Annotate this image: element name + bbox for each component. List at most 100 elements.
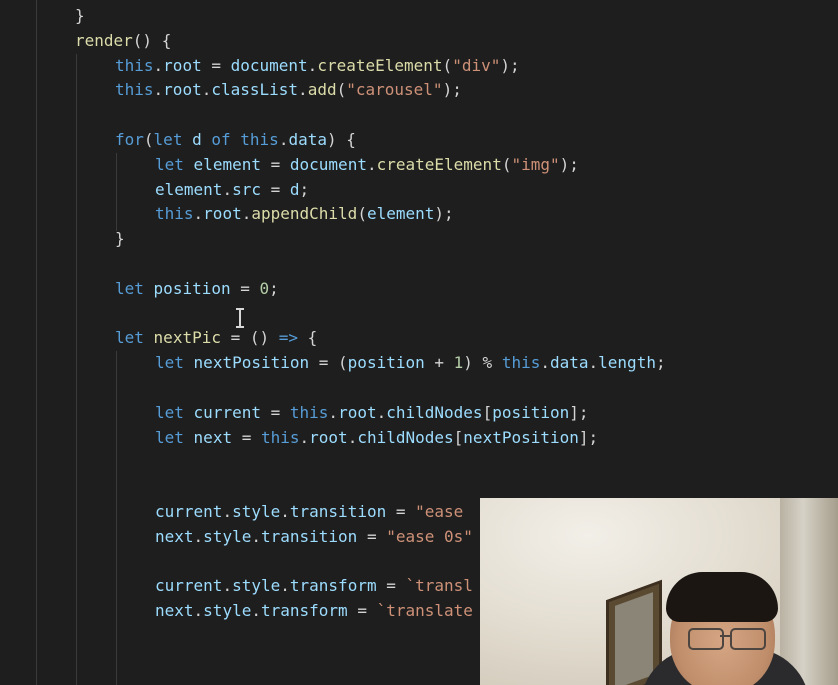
code-token: ) % [463, 353, 502, 372]
code-token: . [153, 56, 164, 75]
code-token: length [598, 353, 656, 372]
code-line[interactable]: let current = this.root.childNodes[posit… [155, 401, 589, 425]
code-token: + [424, 353, 454, 372]
code-line[interactable]: } [75, 4, 85, 28]
code-token: = [347, 601, 377, 620]
code-line[interactable]: for(let d of this.data) { [115, 128, 356, 152]
code-token: childNodes [357, 428, 454, 447]
code-line[interactable]: this.root.appendChild(element); [155, 202, 454, 226]
code-token: ; [655, 353, 666, 372]
code-line[interactable]: next.style.transition = "ease 0s" [155, 525, 473, 549]
code-token: . [280, 576, 290, 595]
code-line[interactable]: let next = this.root.childNodes[nextPosi… [155, 426, 598, 450]
code-token: = () [220, 328, 279, 347]
code-token: let [155, 403, 184, 422]
indent-guide [116, 153, 117, 231]
code-token: = [376, 576, 406, 595]
code-token: transform [289, 576, 377, 595]
code-token: element [155, 180, 223, 199]
code-token: this [115, 56, 154, 75]
code-token: root [163, 56, 202, 75]
code-token: nextPosition [463, 428, 579, 447]
code-token: element [193, 155, 261, 174]
code-token: . [328, 403, 339, 422]
code-token: root [309, 428, 348, 447]
code-token: } [75, 6, 85, 25]
code-line[interactable]: current.style.transform = `transl [155, 574, 473, 598]
code-line[interactable]: let nextPosition = (position + 1) % this… [155, 351, 666, 375]
code-line[interactable]: let nextPic = () => { [115, 326, 317, 350]
code-token: let [115, 328, 144, 347]
code-token: position [492, 403, 570, 422]
indent-guide [76, 54, 77, 685]
code-line[interactable]: let position = 0; [115, 277, 279, 301]
code-line[interactable]: current.style.transition = "ease [155, 500, 463, 524]
code-token: . [347, 428, 358, 447]
code-token: data [549, 353, 589, 372]
code-token: = [260, 180, 290, 199]
code-token: . [298, 80, 308, 99]
code-token: . [278, 130, 289, 149]
code-token: this [289, 403, 329, 422]
code-token: document [230, 56, 308, 75]
code-token: style [203, 601, 252, 620]
code-token: this [115, 80, 154, 99]
code-token: () { [132, 31, 172, 50]
code-token: . [222, 502, 233, 521]
code-token: ) { [326, 130, 356, 149]
code-token: root [338, 403, 377, 422]
code-token: style [232, 576, 281, 595]
code-line[interactable]: render() { [75, 29, 171, 53]
code-token: { [298, 328, 318, 347]
code-token: ; [269, 279, 279, 298]
code-token: style [203, 527, 252, 546]
code-token: next [155, 601, 194, 620]
presenter-webcam [480, 498, 838, 685]
code-line[interactable]: this.root = document.createElement("div"… [115, 54, 520, 78]
code-token: childNodes [386, 403, 483, 422]
code-token: . [376, 403, 387, 422]
code-token: ); [500, 56, 520, 75]
code-token: ( [143, 130, 154, 149]
code-line[interactable]: element.src = d; [155, 178, 309, 202]
code-token: style [232, 502, 281, 521]
code-token: "ease 0s" [386, 527, 473, 546]
code-token: 0 [259, 279, 270, 298]
code-token: this [501, 353, 541, 372]
code-token: of [211, 130, 231, 149]
indent-guide [116, 351, 117, 685]
code-line[interactable]: } [115, 227, 125, 251]
code-token: current [155, 576, 223, 595]
code-token: d [192, 130, 202, 149]
code-token: let [115, 279, 144, 298]
code-token: ); [559, 155, 579, 174]
code-token: current [193, 403, 261, 422]
code-token: ; [299, 180, 310, 199]
code-token: . [222, 180, 233, 199]
code-token: "div" [452, 56, 501, 75]
code-token: . [241, 204, 252, 223]
glasses-icon [688, 628, 724, 650]
code-token: ( [336, 80, 347, 99]
text-cursor-icon [236, 308, 244, 328]
code-token: element [366, 204, 435, 223]
code-line[interactable]: this.root.classList.add("carousel"); [115, 78, 462, 102]
glasses-icon [730, 628, 766, 650]
code-token: . [193, 204, 204, 223]
code-line[interactable]: next.style.transform = `translate [155, 599, 473, 623]
code-token: nextPosition [193, 353, 310, 372]
code-token: = [386, 502, 416, 521]
code-token: = [230, 279, 260, 298]
code-line[interactable]: let element = document.createElement("im… [155, 153, 579, 177]
code-token: let [155, 353, 184, 372]
code-token: . [280, 502, 290, 521]
code-token: position [153, 279, 231, 298]
code-token: createElement [376, 155, 502, 174]
